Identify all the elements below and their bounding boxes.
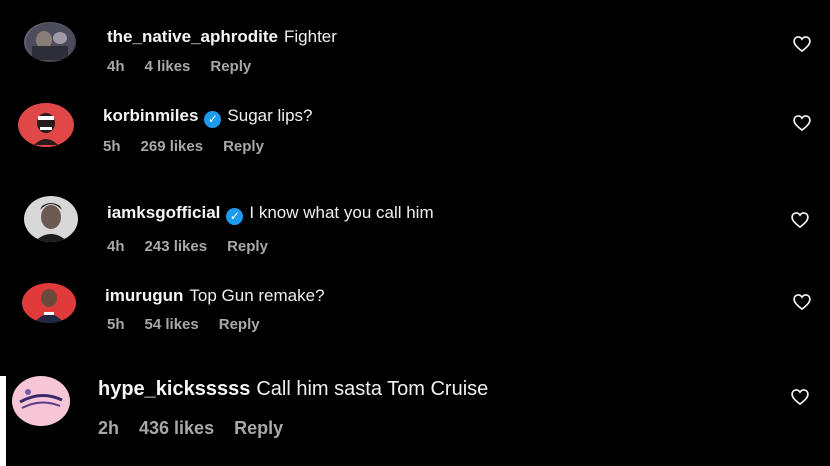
comment-meta: 2h 436 likes Reply — [98, 418, 303, 439]
heart-outline-icon[interactable] — [792, 113, 812, 133]
comment-line: iamksgofficial ✓ I know what you call him — [107, 203, 434, 225]
heart-outline-icon[interactable] — [790, 210, 810, 230]
reply-button[interactable]: Reply — [227, 238, 268, 255]
comment-text: Call him sasta Tom Cruise — [256, 378, 489, 400]
like-count[interactable]: 54 likes — [145, 316, 199, 333]
verified-badge-icon: ✓ — [204, 111, 222, 128]
timestamp: 4h — [107, 238, 125, 255]
avatar-image — [26, 23, 74, 61]
like-count[interactable]: 243 likes — [145, 238, 208, 255]
reply-button[interactable]: Reply — [210, 58, 251, 75]
avatar[interactable] — [24, 22, 76, 62]
timestamp: 5h — [103, 138, 121, 155]
comment-line: hype_kicksssss Call him sasta Tom Cruise — [98, 377, 488, 401]
comment-meta: 4h 243 likes Reply — [107, 238, 288, 255]
comment-text: I know what you call him — [249, 203, 434, 222]
username[interactable]: iamksgofficial — [107, 203, 220, 222]
heart-outline-icon[interactable] — [792, 292, 812, 312]
comment-line: korbinmiles ✓ Sugar lips? — [103, 106, 312, 128]
avatar[interactable] — [12, 376, 70, 426]
avatar-image — [25, 197, 77, 242]
like-count[interactable]: 4 likes — [145, 58, 191, 75]
avatar[interactable] — [24, 196, 78, 242]
avatar-image — [13, 377, 69, 425]
comment-text: Sugar lips? — [227, 106, 313, 125]
comment-text: Top Gun remake? — [189, 286, 325, 305]
heart-outline-icon[interactable] — [790, 387, 810, 407]
username[interactable]: hype_kicksssss — [98, 378, 250, 400]
avatar[interactable] — [22, 283, 76, 323]
comment-line: imurugun Top Gun remake? — [105, 286, 325, 306]
avatar[interactable] — [18, 103, 74, 147]
like-count[interactable]: 436 likes — [139, 418, 214, 438]
comment-text: Fighter — [284, 27, 337, 46]
heart-outline-icon[interactable] — [792, 34, 812, 54]
comment-meta: 5h 269 likes Reply — [103, 138, 284, 155]
left-edge-strip — [0, 376, 6, 466]
timestamp: 4h — [107, 58, 125, 75]
comment-meta: 5h 54 likes Reply — [107, 316, 280, 333]
username[interactable]: imurugun — [105, 286, 183, 305]
timestamp: 2h — [98, 418, 120, 438]
like-count[interactable]: 269 likes — [141, 138, 204, 155]
avatar-image — [23, 284, 75, 323]
comment-line: the_native_aphrodite Fighter — [107, 27, 337, 47]
reply-button[interactable]: Reply — [223, 138, 264, 155]
username[interactable]: the_native_aphrodite — [107, 27, 278, 46]
timestamp: 5h — [107, 316, 125, 333]
verified-badge-icon: ✓ — [226, 208, 244, 225]
avatar-image — [19, 104, 73, 146]
username[interactable]: korbinmiles — [103, 106, 198, 125]
reply-button[interactable]: Reply — [219, 316, 260, 333]
comment-meta: 4h 4 likes Reply — [107, 58, 271, 75]
reply-button[interactable]: Reply — [234, 418, 283, 438]
